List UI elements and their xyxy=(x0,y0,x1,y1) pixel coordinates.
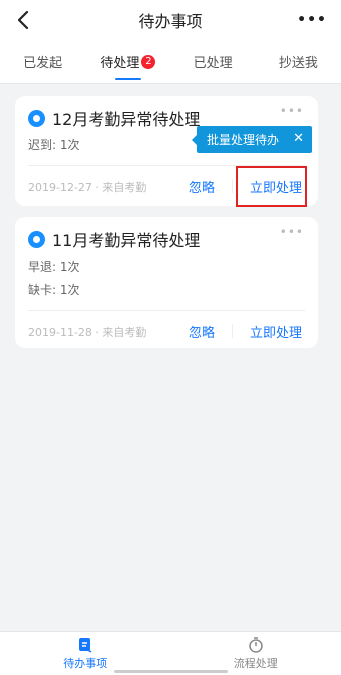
nav-label: 待办事项 xyxy=(63,656,108,670)
divider xyxy=(28,310,305,311)
bottom-nav: 待办事项 流程处理 xyxy=(0,631,341,675)
page-title: 待办事项 xyxy=(138,12,203,31)
highlight-box xyxy=(236,166,307,207)
card-title: 12月考勤异常待处理 xyxy=(52,110,201,129)
detail-early-leave: 早退: 1次 xyxy=(28,260,80,274)
tab-label: 已发起 xyxy=(23,56,63,71)
nav-label: 流程处理 xyxy=(233,656,278,670)
tab-initiated[interactable]: 已发起 xyxy=(0,40,85,83)
home-indicator xyxy=(114,670,228,673)
card-more-icon[interactable]: ••• xyxy=(280,225,304,239)
card-header: 11月考勤异常待处理 xyxy=(28,227,200,251)
tab-label: 抄送我 xyxy=(278,56,318,71)
nav-flow[interactable]: 流程处理 xyxy=(171,632,341,675)
detail-late: 迟到: 1次 xyxy=(28,138,80,152)
process-now-button[interactable]: 立即处理 xyxy=(250,322,302,341)
nav-todo[interactable]: 待办事项 xyxy=(0,632,171,675)
more-icon[interactable]: ••• xyxy=(297,12,327,28)
tab-pending[interactable]: 待处理 2 xyxy=(85,40,170,83)
tab-bar: 已发起 待处理 2 已处理 抄送我 xyxy=(0,40,341,84)
detail-missing-punch: 缺卡: 1次 xyxy=(28,283,80,297)
close-icon[interactable]: ✕ xyxy=(293,131,304,146)
button-separator xyxy=(232,324,233,338)
tab-processed[interactable]: 已处理 xyxy=(171,40,256,83)
back-arrow-icon[interactable] xyxy=(14,9,34,31)
tab-cc-me[interactable]: 抄送我 xyxy=(256,40,341,83)
todo-icon xyxy=(79,637,92,653)
tab-label: 已处理 xyxy=(193,56,233,71)
tab-label: 待处理 xyxy=(100,56,140,71)
batch-process-tooltip[interactable]: 批量处理待办 ✕ xyxy=(192,126,312,153)
pending-count-badge: 2 xyxy=(141,54,156,69)
flow-icon xyxy=(249,636,263,653)
ignore-button[interactable]: 忽略 xyxy=(189,177,215,196)
card-header: 12月考勤异常待处理 xyxy=(28,106,200,130)
todo-card[interactable]: 11月考勤异常待处理 ••• 早退: 1次 缺卡: 1次 2019-11-28 … xyxy=(15,217,318,348)
card-meta: 2019-11-28 · 来自考勤 xyxy=(28,326,147,339)
ignore-button[interactable]: 忽略 xyxy=(189,322,215,341)
button-separator xyxy=(232,179,233,193)
tooltip-text: 批量处理待办 xyxy=(207,133,280,147)
card-more-icon[interactable]: ••• xyxy=(280,104,304,118)
card-title: 11月考勤异常待处理 xyxy=(52,231,201,250)
top-bar: 待办事项 ••• xyxy=(0,0,341,40)
location-pin-icon xyxy=(28,109,45,127)
location-pin-icon xyxy=(28,230,45,248)
card-meta: 2019-12-27 · 来自考勤 xyxy=(28,181,147,194)
